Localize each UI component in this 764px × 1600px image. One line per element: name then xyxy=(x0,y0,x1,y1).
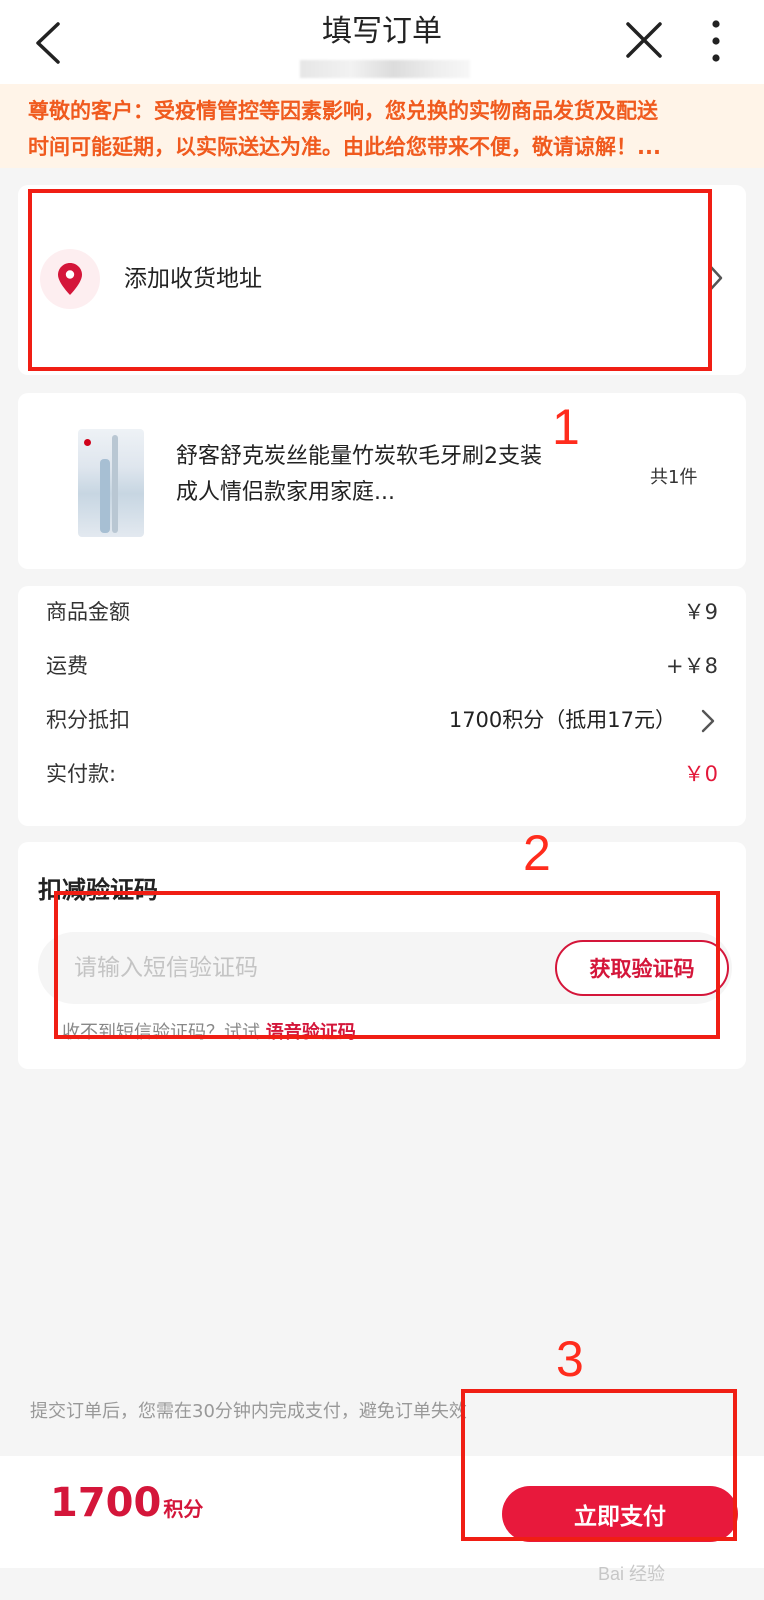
verification-title: 扣减验证码 xyxy=(38,876,158,904)
notice-line-1: 尊敬的客户：受疫情管控等因素影响，您兑换的实物商品发货及配送 xyxy=(28,99,658,123)
product-name: 舒客舒克炭丝能量竹炭软毛牙刷2支装成人情侣款家用家庭... xyxy=(176,444,542,505)
shipping-label: 运费 xyxy=(46,654,88,678)
goods-amount-label: 商品金额 xyxy=(46,600,130,624)
sms-hint-text: 收不到短信验证码？试试 xyxy=(62,1022,260,1043)
annotation-number-1: 1 xyxy=(552,399,580,455)
summary-row-actual-payment: 实付款: ￥0 xyxy=(46,758,718,792)
points-deduction-label: 积分抵扣 xyxy=(46,708,130,732)
pay-now-button[interactable]: 立即支付 xyxy=(502,1486,738,1542)
close-icon[interactable] xyxy=(624,20,664,60)
location-pin-badge xyxy=(40,249,100,309)
actual-payment-label: 实付款: xyxy=(46,762,117,786)
payment-deadline-note: 提交订单后，您需在30分钟内完成支付，避免订单失效 xyxy=(30,1401,467,1422)
annotation-number-2: 2 xyxy=(523,825,551,881)
toothbrush-shape xyxy=(112,435,118,533)
header-bar: 填写订单 xyxy=(0,0,764,84)
summary-row-shipping: 运费 +￥8 xyxy=(46,650,718,684)
blurred-subtitle xyxy=(300,60,470,78)
goods-amount-value: ￥9 xyxy=(683,600,718,624)
notice-line-2: 时间可能延期，以实际送达为准。由此给您带来不便，敬请谅解！... xyxy=(28,135,661,159)
add-address-card[interactable]: 添加收货地址 xyxy=(18,185,746,375)
actual-payment-value: ￥0 xyxy=(683,762,718,786)
product-count: 共1件 xyxy=(650,467,698,488)
checkout-bar: 1700 积分 立即支付 xyxy=(0,1456,764,1568)
chevron-right-icon xyxy=(701,709,715,733)
annotation-number-3: 3 xyxy=(556,1331,584,1387)
verification-card: 扣减验证码 获取验证码 收不到短信验证码？试试 语音验证码 xyxy=(18,842,746,1069)
points-deduction-value: 1700积分（抵用17元） xyxy=(448,708,676,732)
product-card[interactable]: 舒客舒克炭丝能量竹炭软毛牙刷2支装成人情侣款家用家庭... 共1件 xyxy=(18,393,746,569)
total-points-value: 1700 xyxy=(50,1480,162,1526)
get-code-button[interactable]: 获取验证码 xyxy=(555,940,729,996)
summary-row-goods: 商品金额 ￥9 xyxy=(46,596,718,630)
add-address-label: 添加收货地址 xyxy=(124,266,262,292)
delivery-notice: 尊敬的客户：受疫情管控等因素影响，您兑换的实物商品发货及配送 时间可能延期，以实… xyxy=(0,84,764,168)
product-thumbnail xyxy=(78,429,144,537)
sms-code-field-container: 获取验证码 xyxy=(38,932,732,1004)
sms-hint: 收不到短信验证码？试试 语音验证码 xyxy=(62,1018,356,1044)
total-points: 1700 积分 xyxy=(50,1480,203,1526)
brand-dot xyxy=(84,439,91,446)
more-options-icon[interactable] xyxy=(704,18,728,64)
order-summary-card: 商品金额 ￥9 运费 +￥8 积分抵扣 1700积分（抵用17元） 实付款: ￥… xyxy=(18,586,746,826)
shipping-value: +￥8 xyxy=(666,654,718,678)
sms-code-input[interactable] xyxy=(74,932,504,1004)
toothbrush-shape xyxy=(100,459,110,533)
voice-code-link[interactable]: 语音验证码 xyxy=(266,1022,356,1043)
location-pin-icon xyxy=(58,263,82,295)
summary-row-points-deduction[interactable]: 积分抵扣 1700积分（抵用17元） xyxy=(46,704,718,738)
total-points-unit: 积分 xyxy=(163,1497,204,1521)
chevron-right-icon xyxy=(708,264,723,292)
watermark: Bai 经验 xyxy=(598,1564,666,1584)
